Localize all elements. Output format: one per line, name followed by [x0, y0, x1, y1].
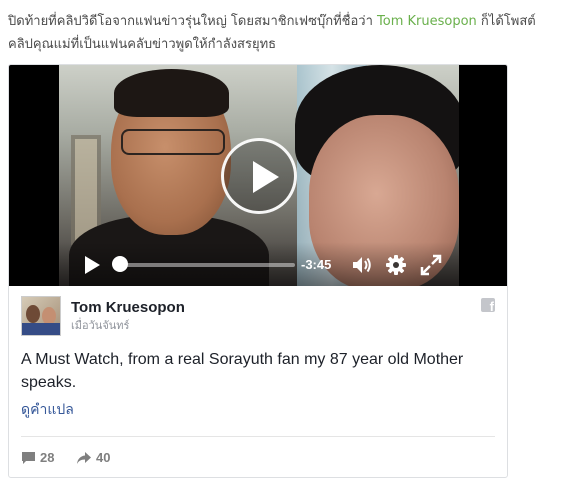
intro-paragraph: ปิดท้ายที่คลิปวิดีโอจากแฟนข่าวรุ่นใหญ่ โ…: [8, 10, 560, 56]
comments-count: 28: [40, 450, 55, 465]
shares-stat[interactable]: 40: [76, 449, 110, 467]
volume-icon[interactable]: [351, 254, 373, 276]
progress-handle[interactable]: [112, 256, 128, 272]
post-text: A Must Watch, from a real Sorayuth fan m…: [21, 351, 464, 391]
comments-stat[interactable]: 28: [21, 449, 54, 467]
gear-icon[interactable]: [385, 254, 407, 276]
facebook-video-embed: -3:45 Tom Kruesopon เมื่อวันจันทร์ f A M…: [8, 64, 508, 478]
big-play-button[interactable]: [221, 138, 297, 214]
video-controls-bar: -3:45: [9, 242, 507, 286]
time-remaining: -3:45: [301, 257, 332, 272]
progress-bar[interactable]: [113, 263, 295, 267]
avatar[interactable]: [21, 296, 61, 336]
post-card: Tom Kruesopon เมื่อวันจันทร์ f A Must Wa…: [9, 286, 507, 477]
comment-icon: [22, 452, 35, 464]
intro-text-before: ปิดท้ายที่คลิปวิดีโอจากแฟนข่าวรุ่นใหญ่ โ…: [8, 14, 378, 29]
share-icon: [77, 452, 91, 464]
post-author-name[interactable]: Tom Kruesopon: [71, 299, 185, 317]
facebook-logo-icon[interactable]: f: [481, 298, 495, 314]
author-link[interactable]: Tom Kruesopon: [377, 14, 477, 29]
play-icon[interactable]: [83, 256, 101, 274]
divider: [21, 436, 495, 437]
fullscreen-icon[interactable]: [420, 254, 442, 276]
post-timestamp[interactable]: เมื่อวันจันทร์: [71, 318, 129, 334]
video-player[interactable]: -3:45: [9, 65, 507, 286]
see-translation-link[interactable]: ดูคำแปล: [21, 401, 74, 419]
shares-count: 40: [96, 450, 111, 465]
